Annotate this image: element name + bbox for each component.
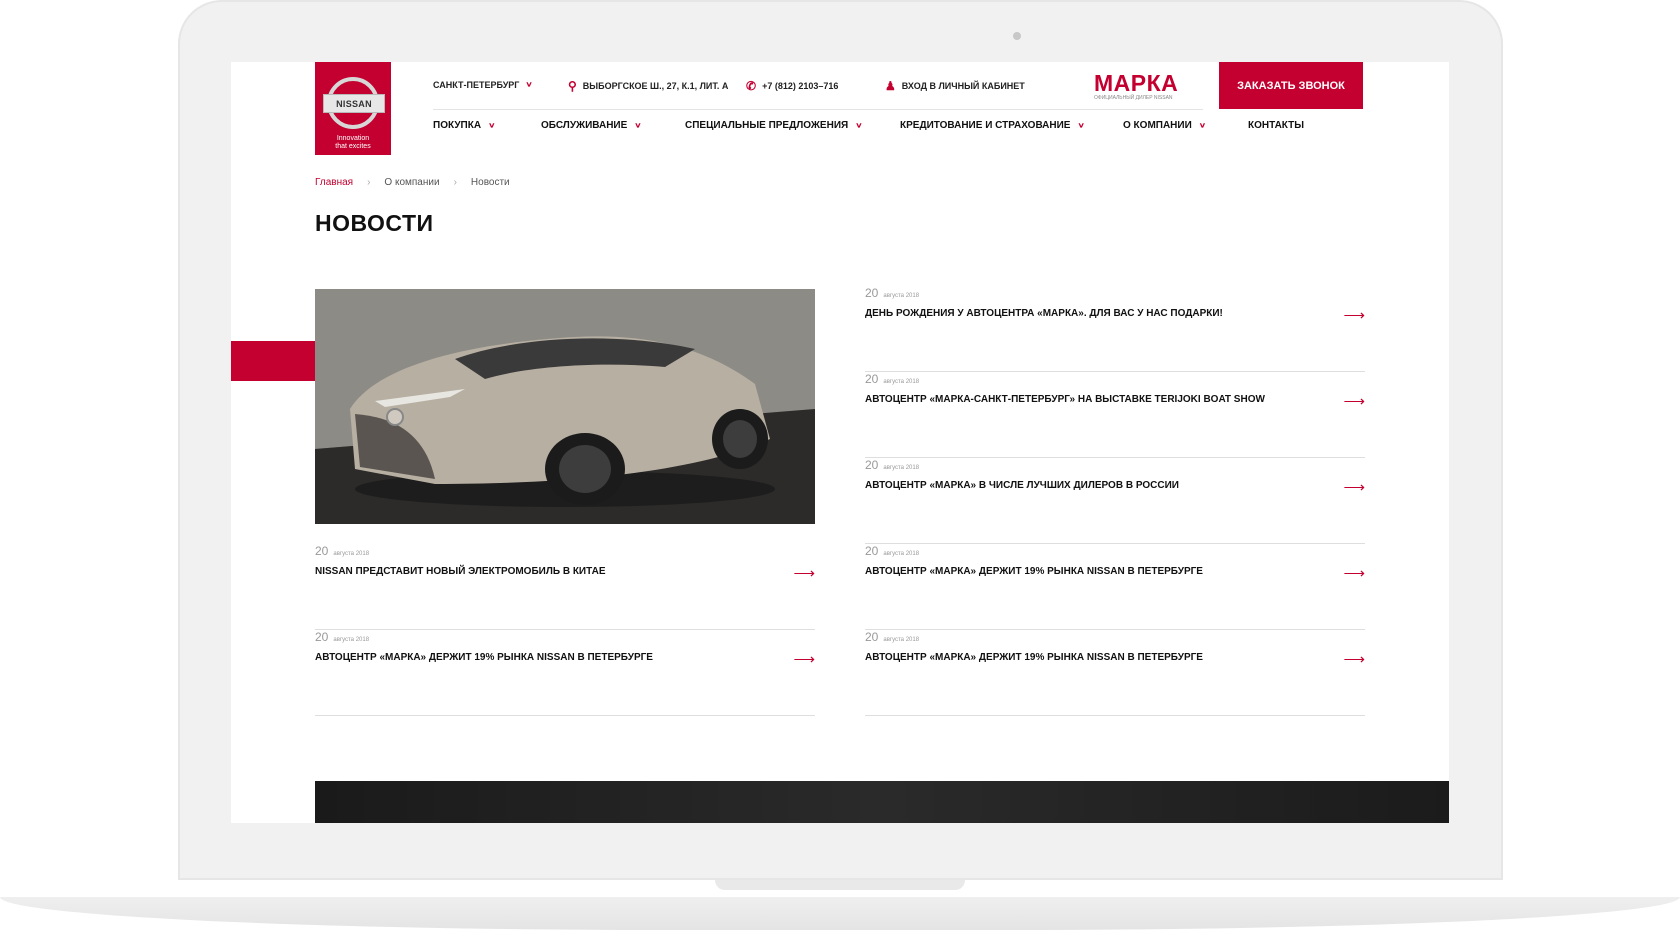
main-nav: Покупка ∨ Обслуживание ∨ Специальные пре…: [433, 120, 1363, 140]
news-date: 20 августа 2018: [865, 544, 920, 558]
laptop-base: [0, 897, 1680, 930]
news-date: 20 августа 2018: [865, 372, 920, 386]
nissan-logo[interactable]: NISSAN Innovation that excites: [315, 62, 391, 155]
arrow-right-icon[interactable]: ⟶: [793, 564, 815, 582]
logo-ring: NISSAN: [323, 77, 385, 129]
news-title[interactable]: Автоцентр «Марка» держит 19% рынка Nissa…: [315, 652, 775, 663]
arrow-right-icon[interactable]: ⟶: [793, 650, 815, 668]
news-item[interactable]: 20 августа 2018 Автоцентр «Марка» держит…: [865, 630, 1365, 716]
nav-item-credit[interactable]: Кредитование и страхование ∨: [900, 120, 1085, 131]
page-title: НОВОСТИ: [315, 210, 434, 236]
red-accent-block: [231, 341, 315, 381]
nav-label: Кредитование и страхование: [900, 120, 1071, 131]
city-selector[interactable]: Санкт-Петербург ∨: [433, 79, 533, 90]
news-date: 20 августа 2018: [865, 630, 920, 644]
nav-item-company[interactable]: О компании ∨: [1123, 120, 1206, 131]
chevron-down-icon: ∨: [1077, 121, 1085, 130]
news-title[interactable]: Автоцентр «Марка-Санкт-Петербург» на выс…: [865, 394, 1325, 405]
breadcrumb-home[interactable]: Главная: [315, 177, 353, 188]
logo-wordmark: NISSAN: [323, 94, 385, 113]
news-date: 20 августа 2018: [315, 544, 370, 558]
featured-news-image[interactable]: [315, 289, 815, 524]
news-title[interactable]: Автоцентр «Марка» держит 19% рынка Nissa…: [865, 652, 1325, 663]
news-item[interactable]: 20 августа 2018 Nissan представит новый …: [315, 544, 815, 630]
chevron-right-icon: ›: [367, 177, 371, 188]
nav-item-purchase[interactable]: Покупка ∨: [433, 120, 495, 131]
news-title[interactable]: Nissan представит новый электромобиль в …: [315, 566, 775, 577]
dealer-brand[interactable]: МАРКА Официальный дилер Nissan: [1094, 70, 1179, 102]
chevron-down-icon: ∨: [855, 121, 863, 130]
car-illustration: [315, 289, 815, 524]
news-item[interactable]: 20 августа 2018 Автоцентр «Марка» в числ…: [865, 458, 1365, 544]
news-item[interactable]: 20 августа 2018 Автоцентр «Марка» держит…: [315, 630, 815, 716]
news-item[interactable]: 20 августа 2018 Автоцентр «Марка» держит…: [865, 544, 1365, 630]
nav-label: Специальные предложения: [685, 120, 849, 131]
arrow-right-icon[interactable]: ⟶: [1343, 392, 1365, 410]
login-text: Вход в личный кабинет: [901, 81, 1025, 91]
arrow-right-icon[interactable]: ⟶: [1343, 306, 1365, 324]
login-link[interactable]: ♟ Вход в личный кабинет: [885, 79, 1025, 93]
user-icon: ♟: [885, 79, 896, 93]
chevron-down-icon: ∨: [634, 121, 642, 130]
arrow-right-icon[interactable]: ⟶: [1343, 564, 1365, 582]
address-link[interactable]: ⚲ Выборгское ш., 27, к.1, лит. А: [568, 79, 728, 93]
nav-label: Контакты: [1248, 120, 1305, 131]
nav-item-contacts[interactable]: Контакты: [1248, 120, 1304, 131]
chevron-down-icon: ∨: [488, 121, 496, 130]
news-item[interactable]: 20 августа 2018 Автоцентр «Марка-Санкт-П…: [865, 372, 1365, 458]
top-bar: Санкт-Петербург ∨ ⚲ Выборгское ш., 27, к…: [433, 62, 1203, 110]
breadcrumb-current: Новости: [470, 177, 510, 188]
address-text: Выборгское ш., 27, к.1, лит. А: [582, 81, 729, 91]
location-pin-icon: ⚲: [568, 79, 577, 93]
chevron-right-icon: ›: [453, 177, 457, 188]
brand-name: МАРКА: [1094, 70, 1179, 96]
logo-tagline: Innovation that excites: [335, 135, 371, 150]
chevron-down-icon: ∨: [1198, 121, 1207, 130]
news-title[interactable]: Автоцентр «Марка» в числе лучших дилеров…: [865, 480, 1325, 491]
city-label: Санкт-Петербург: [433, 79, 520, 90]
chevron-down-icon: ∨: [525, 80, 533, 89]
footer-banner: [315, 781, 1449, 823]
arrow-right-icon[interactable]: ⟶: [1343, 478, 1365, 496]
news-title[interactable]: День рождения у автоцентра «Марка». Для …: [865, 308, 1325, 319]
phone-icon: ✆: [746, 79, 757, 93]
phone-text: +7 (812) 2103–716: [762, 81, 839, 91]
laptop-hinge: [715, 880, 965, 890]
news-date: 20 августа 2018: [315, 630, 370, 644]
phone-link[interactable]: ✆ +7 (812) 2103–716: [746, 79, 838, 93]
browser-screen: NISSAN Innovation that excites Санкт-Пет…: [231, 62, 1449, 823]
nav-label: Покупка: [433, 120, 482, 131]
nav-item-service[interactable]: Обслуживание ∨: [541, 120, 642, 131]
news-date: 20 августа 2018: [865, 286, 920, 300]
breadcrumb: Главная › О компании › Новости: [315, 177, 510, 188]
brand-subtitle: Официальный дилер Nissan: [1094, 95, 1173, 101]
arrow-right-icon[interactable]: ⟶: [1343, 650, 1365, 668]
breadcrumb-section[interactable]: О компании: [384, 177, 439, 188]
news-item[interactable]: 20 августа 2018 День рождения у автоцент…: [865, 286, 1365, 372]
request-call-button[interactable]: Заказать звонок: [1219, 62, 1363, 109]
webcam: [1013, 32, 1021, 40]
nav-label: О компании: [1123, 120, 1192, 131]
news-title[interactable]: Автоцентр «Марка» держит 19% рынка Nissa…: [865, 566, 1325, 577]
nav-item-offers[interactable]: Специальные предложения ∨: [685, 120, 863, 131]
nav-label: Обслуживание: [541, 120, 628, 131]
news-date: 20 августа 2018: [865, 458, 920, 472]
